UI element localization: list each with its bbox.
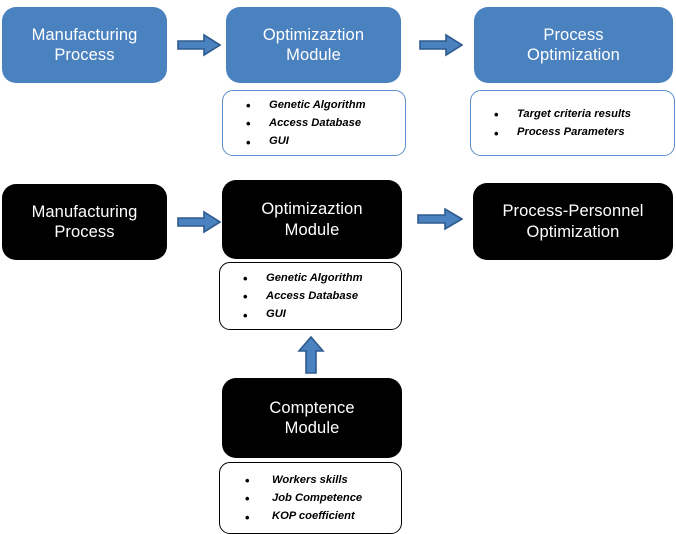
row2-node2-line2: Module <box>284 220 340 239</box>
list-item: Access Database <box>223 113 405 134</box>
list-item: Genetic Algorithm <box>220 268 401 289</box>
list-item: GUI <box>220 305 401 326</box>
row2-node3-line1: Process-Personnel <box>502 202 644 221</box>
row1-process-optimization-bullet-list: Target criteria results Process Paramete… <box>471 104 674 143</box>
list-item: KOP coefficient <box>220 507 401 528</box>
row2-arrow-right-2-icon <box>417 207 463 231</box>
row1-node2-line1: Optimizaztion <box>262 25 365 44</box>
row1-node3-line2: Optimization <box>527 46 620 64</box>
row2-node2-line1: Optimizaztion <box>261 200 363 219</box>
row3-node1-line2: Module <box>284 419 340 437</box>
list-item: GUI <box>223 132 405 153</box>
row2-arrow-right-1-icon <box>177 210 221 234</box>
row2-optimization-module-box[interactable]: Optimizaztion Module <box>222 180 402 259</box>
list-item: Process Parameters <box>471 122 674 143</box>
row1-arrow-right-1-icon <box>177 33 221 57</box>
row1-process-optimization-box[interactable]: Process Optimization <box>474 7 673 83</box>
row1-process-optimization-details: Target criteria results Process Paramete… <box>470 90 675 156</box>
row1-node1-line2: Process <box>54 46 115 64</box>
row3-competence-module-box[interactable]: Comptence Module <box>222 378 402 458</box>
row1-optimization-module-bullet-list: Genetic Algorithm Access Database GUI <box>223 95 405 153</box>
row2-node3-line2: Optimization <box>526 222 620 241</box>
list-item: Target criteria results <box>471 104 674 125</box>
row2-optimization-module-details: Genetic Algorithm Access Database GUI <box>219 262 402 330</box>
row3-node1-line1: Comptence <box>269 398 355 417</box>
row2-manufacturing-process-box[interactable]: Manufacturing Process <box>2 184 167 260</box>
row2-node1-line1: Manufacturing <box>31 202 138 221</box>
row1-node2-line2: Module <box>286 46 341 64</box>
flow-diagram: Manufacturing Process Optimizaztion Modu… <box>0 0 676 534</box>
row1-node1-line1: Manufacturing <box>31 25 138 44</box>
row1-arrow-right-2-icon <box>419 33 463 57</box>
list-item: Workers skills <box>220 470 401 491</box>
row2-process-personnel-optimization-box[interactable]: Process-Personnel Optimization <box>473 183 673 260</box>
row1-optimization-module-details: Genetic Algorithm Access Database GUI <box>222 90 406 156</box>
row2-node1-line2: Process <box>54 223 115 241</box>
row3-competence-module-details: Workers skills Job Competence KOP coeffi… <box>219 462 402 534</box>
row3-arrow-up-icon <box>297 336 325 374</box>
list-item: Genetic Algorithm <box>223 95 405 116</box>
list-item: Job Competence <box>220 488 401 509</box>
row1-node3-line1: Process <box>543 25 604 44</box>
row1-optimization-module-box[interactable]: Optimizaztion Module <box>226 7 401 83</box>
row3-competence-module-bullet-list: Workers skills Job Competence KOP coeffi… <box>220 470 401 528</box>
row2-optimization-module-bullet-list: Genetic Algorithm Access Database GUI <box>220 268 401 326</box>
row1-manufacturing-process-box[interactable]: Manufacturing Process <box>2 7 167 83</box>
list-item: Access Database <box>220 286 401 307</box>
